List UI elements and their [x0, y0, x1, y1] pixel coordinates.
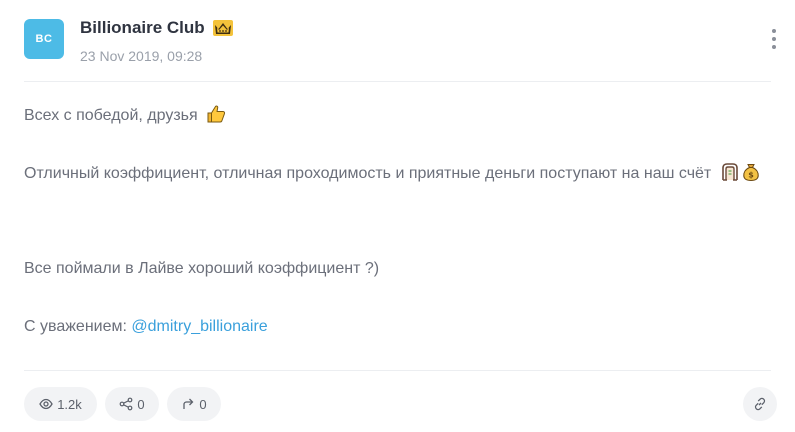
- footer-divider: [24, 370, 771, 371]
- post-footer: 1.2k 0 0: [24, 387, 777, 421]
- post-paragraph: Все поймали в Лайве хороший коэффициент …: [24, 257, 379, 281]
- header-divider: [24, 81, 771, 82]
- crown-icon: [212, 19, 234, 37]
- share-button[interactable]: 0: [105, 387, 159, 421]
- post-paragraph: Всех с победой, друзья: [24, 104, 226, 132]
- post-text: Отличный коэффициент, отличная проходимо…: [24, 165, 712, 182]
- thumbs-up-icon: [206, 104, 226, 132]
- svg-text:$: $: [748, 171, 754, 180]
- title-row: Billionaire Club: [80, 18, 234, 38]
- signature-prefix: С уважением:: [24, 318, 127, 335]
- forward-button[interactable]: 0: [167, 387, 221, 421]
- money-bag-icon: $: [741, 162, 761, 190]
- link-icon: [753, 397, 767, 411]
- author-mention-link[interactable]: @dmitry_billionaire: [131, 318, 267, 335]
- channel-post: BC Billionaire Club 23 Nov 2019, 09:28 В…: [0, 0, 795, 432]
- post-date: 23 Nov 2019, 09:28: [80, 48, 203, 64]
- avatar[interactable]: BC: [24, 19, 64, 59]
- views-counter[interactable]: 1.2k: [24, 387, 97, 421]
- forward-icon: [181, 397, 195, 411]
- forwards-count: 0: [199, 396, 207, 412]
- dollar-banknote-icon: [720, 162, 740, 190]
- post-paragraph: Отличный коэффициент, отличная проходимо…: [24, 162, 774, 190]
- post-paragraph: С уважением: @dmitry_billionaire: [24, 315, 268, 339]
- shares-count: 0: [137, 396, 145, 412]
- share-icon: [119, 397, 133, 411]
- more-vertical-icon[interactable]: [767, 26, 781, 52]
- copy-link-button[interactable]: [743, 387, 777, 421]
- channel-name[interactable]: Billionaire Club: [80, 18, 205, 38]
- post-text: Все поймали в Лайве хороший коэффициент …: [24, 260, 380, 277]
- eye-icon: [39, 397, 53, 411]
- post-text: Всех с победой, друзья: [24, 107, 198, 124]
- views-count: 1.2k: [57, 396, 82, 412]
- post-header: BC Billionaire Club 23 Nov 2019, 09:28: [24, 16, 785, 68]
